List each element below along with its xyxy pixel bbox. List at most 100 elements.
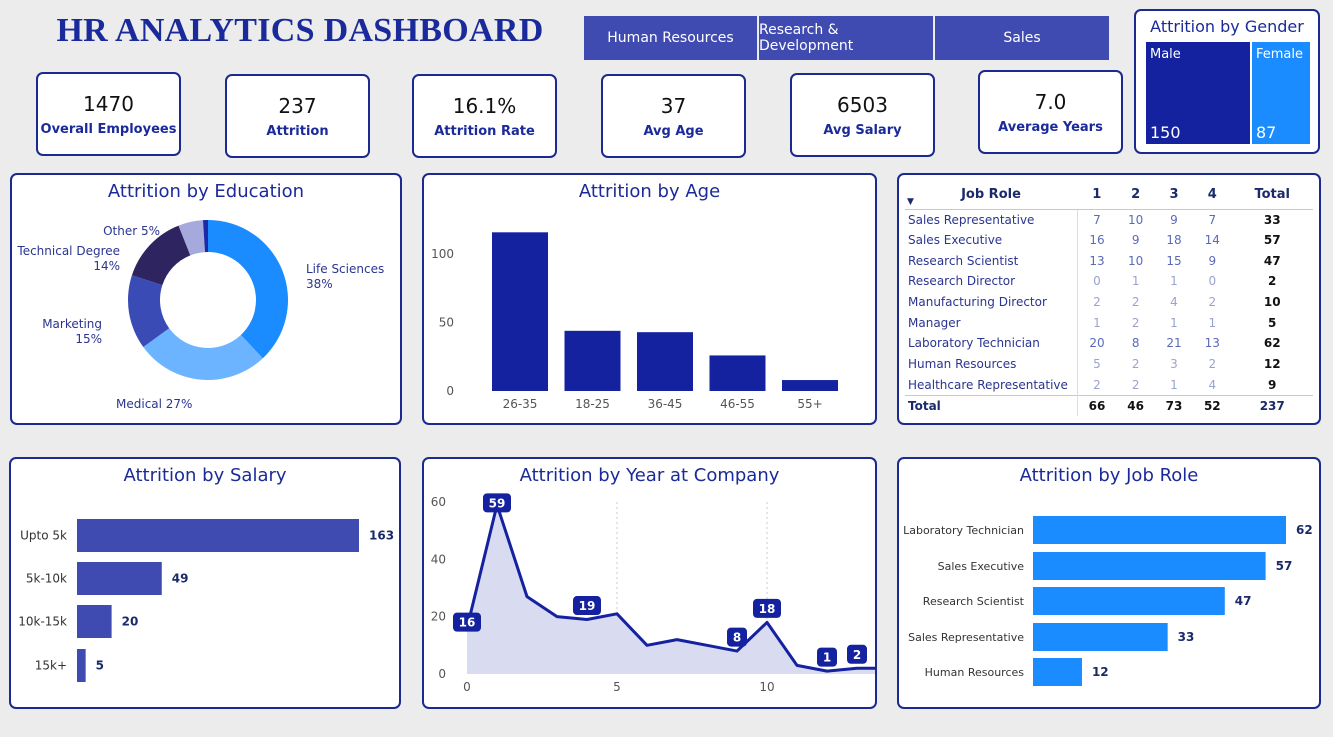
treemap-female[interactable]: Female 87 — [1252, 42, 1310, 144]
salary-panel: Attrition by Salary Upto 5k 163 5k-10k 49 10… — [9, 457, 401, 709]
kpi-attrition-rate: 16.1% Attrition Rate — [412, 74, 557, 158]
donut-label-line: Medical 27% — [116, 397, 192, 411]
table-cell-value: 2 — [1093, 295, 1101, 310]
years-ytick-label: 0 — [438, 667, 446, 681]
years-ytick-label: 60 — [431, 495, 446, 509]
jobrole-bar-laboratory-technician — [1033, 516, 1286, 544]
dept-button-human-resources[interactable]: Human Resources — [584, 16, 757, 60]
kpi-value: 1470 — [83, 92, 134, 116]
dept-button-research-development[interactable]: Research & Development — [759, 16, 933, 60]
table-header-1[interactable]: 1 — [1077, 181, 1117, 210]
age-ytick-label: 50 — [439, 316, 454, 330]
years-data-label: 2 — [853, 648, 861, 662]
kpi-value: 16.1% — [452, 94, 517, 118]
donut-slice-life-sciences — [208, 220, 288, 359]
dept-button-sales[interactable]: Sales — [935, 16, 1109, 60]
donut-label-line: 15% — [75, 332, 102, 346]
male-value: 150 — [1150, 123, 1181, 142]
jobrole-value-label: 57 — [1276, 559, 1293, 573]
table-row[interactable]: Sales Representative 7 10 9 7 33 — [905, 209, 1313, 230]
donut-label-line: Technical Degree — [16, 244, 120, 258]
jobrole-value-label: 12 — [1092, 665, 1109, 679]
age-bar-18-25 — [564, 330, 621, 391]
table-cell-total: 9 — [1268, 377, 1277, 392]
table-cell-total: 33 — [1263, 212, 1281, 227]
age-bar-26-35 — [492, 232, 548, 391]
donut-label-life-sciences: Life Sciences 38% — [306, 262, 384, 291]
kpi-label: Attrition — [266, 124, 329, 139]
salary-value-label: 49 — [172, 572, 189, 586]
table-cell-value: 4 — [1208, 377, 1217, 392]
table-cell-value: 1 — [1170, 377, 1178, 392]
table-total-row[interactable]: Total 66 46 73 52 237 — [905, 394, 1313, 416]
table-cell-role: Laboratory Technician — [905, 333, 1078, 354]
table-cell-value: 0 — [1093, 274, 1101, 289]
jobrole-category-label: Human Resources — [925, 666, 1025, 679]
jobrole-bar-chart: Laboratory Technician 62 Sales Executive 57… — [903, 516, 1313, 686]
table-cell-role: Sales Representative — [905, 209, 1078, 230]
kpi-label: Avg Salary — [823, 123, 902, 138]
table-header-4[interactable]: 4 — [1193, 181, 1232, 210]
table-row[interactable]: Manufacturing Director 2 2 4 2 10 — [905, 291, 1313, 313]
table-row[interactable]: Human Resources 5 2 3 2 12 — [905, 353, 1313, 375]
table-header-total[interactable]: Total — [1231, 181, 1313, 210]
table-row[interactable]: Healthcare Representative 2 2 1 4 9 — [905, 374, 1313, 396]
age-bar-55+ — [782, 380, 838, 391]
table-cell-value: 4 — [1170, 295, 1178, 310]
salary-value-label: 5 — [96, 659, 104, 673]
kpi-value: 37 — [660, 94, 687, 118]
dashboard-title: HR ANALYTICS DASHBOARD — [56, 12, 544, 49]
table-row[interactable]: Laboratory Technician 20 8 21 13 62 — [905, 333, 1313, 354]
table-cell-value: 21 — [1166, 336, 1182, 351]
table-cell-total: 12 — [1263, 357, 1281, 372]
table-cell-value: 7 — [1208, 212, 1217, 227]
table-row[interactable]: Manager 1 2 1 1 5 — [905, 312, 1313, 334]
jobrole-category-label: Research Scientist — [923, 595, 1025, 608]
salary-category-label: 5k-10k — [26, 572, 67, 586]
table-cell-value: 14 — [1204, 233, 1220, 248]
donut-label-line: Other 5% — [103, 224, 160, 238]
years-ytick-label: 20 — [431, 610, 446, 624]
jobrole-bar-sales-representative — [1033, 623, 1168, 651]
salary-value-label: 20 — [122, 615, 139, 629]
table-cell-value: 13 — [1089, 253, 1105, 268]
gender-title: Attrition by Gender — [1150, 17, 1304, 36]
salary-category-label: 10k-15k — [18, 615, 67, 629]
years-data-label: 59 — [489, 496, 506, 510]
table-header-3[interactable]: 3 — [1154, 181, 1194, 210]
jobrole-bar-research-scientist — [1033, 587, 1225, 615]
table-header-2[interactable]: 2 — [1116, 181, 1155, 210]
treemap-male[interactable]: Male 150 — [1146, 42, 1250, 144]
kpi-avg-salary: 6503 Avg Salary — [790, 73, 935, 157]
kpi-label: Average Years — [998, 120, 1103, 135]
table-cell-value: 2 — [1131, 357, 1140, 372]
age-bar-36-45 — [637, 332, 693, 391]
donut-label-line: Life Sciences — [306, 262, 384, 276]
kpi-label: Avg Age — [643, 124, 704, 139]
age-panel: Attrition by Age 0 50 100 26-35 18-25 36-45 46… — [422, 173, 877, 425]
table-cell-role: Healthcare Representative — [905, 374, 1078, 396]
years-xtick-label: 10 — [759, 680, 774, 694]
kpi-average-years: 7.0 Average Years — [978, 70, 1123, 154]
jobrole-category-label: Sales Executive — [938, 560, 1025, 573]
education-panel: Attrition by Education Life Sciences 38% M… — [10, 173, 402, 425]
table-cell-value: 5 — [1093, 357, 1101, 372]
table-cell-value: 7 — [1093, 212, 1101, 227]
table-cell-value: 1 — [1170, 274, 1178, 289]
salary-bar-15k+ — [77, 649, 86, 682]
age-bar-chart: 0 50 100 26-35 18-25 36-45 46-55 55+ — [431, 232, 838, 411]
age-xtick-label: 36-45 — [648, 397, 683, 411]
kpi-value: 6503 — [837, 93, 888, 117]
table-row[interactable]: Sales Executive 16 9 18 14 57 — [905, 229, 1313, 251]
years-panel: Attrition by Year at Company 0 5 10 0 20 40 60… — [422, 457, 877, 709]
age-bar-46-55 — [709, 355, 766, 391]
salary-bar-Upto 5k — [77, 519, 359, 552]
table-row[interactable]: Research Scientist 13 10 15 9 47 — [905, 250, 1313, 272]
table-cell-value: 1 — [1131, 274, 1140, 289]
jobrole-table-panel: Job Role ▼ 1 2 3 4 Total Sales Representa… — [897, 173, 1321, 425]
table-row[interactable]: Research Director 0 1 1 0 2 — [905, 271, 1313, 292]
table-header-job-role[interactable]: Job Role ▼ — [905, 181, 1077, 210]
sort-down-icon[interactable]: ▼ — [907, 197, 914, 207]
table-cell-role: Research Scientist — [905, 250, 1078, 272]
donut-label-line: Marketing — [42, 317, 102, 331]
